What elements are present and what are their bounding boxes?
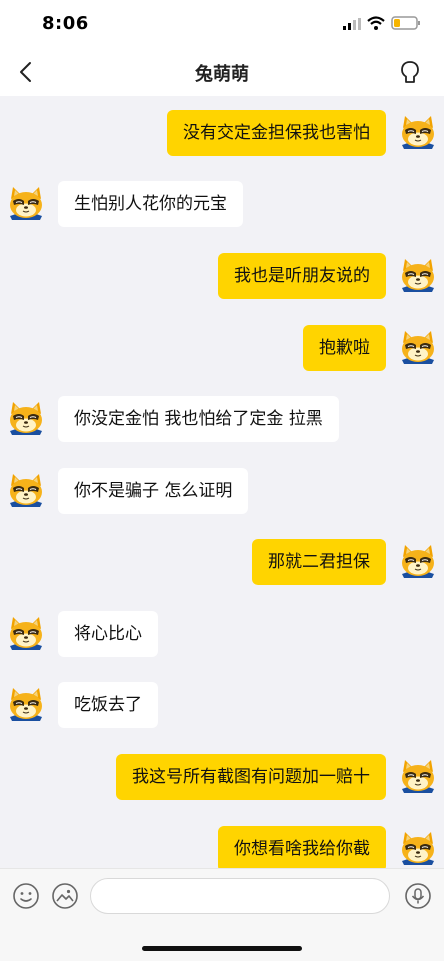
contact-avatar[interactable]: [6, 685, 46, 725]
status-bar: 8:06: [0, 0, 444, 48]
chat-header: 兔萌萌: [0, 48, 444, 96]
message-row: 抱歉啦: [0, 325, 444, 371]
contact-avatar[interactable]: [6, 184, 46, 224]
chat-title: 兔萌萌: [195, 64, 249, 85]
message-row: 吃饭去了: [0, 682, 444, 728]
my-avatar[interactable]: [398, 829, 438, 868]
message-row: 没有交定金担保我也害怕: [0, 110, 444, 156]
emoji-icon[interactable]: [12, 882, 40, 910]
my-avatar[interactable]: [398, 328, 438, 368]
outgoing-message-bubble[interactable]: 我也是听朋友说的: [218, 253, 386, 299]
profile-icon[interactable]: [396, 58, 424, 86]
message-row: 生怕别人花你的元宝: [0, 181, 444, 227]
message-row: 那就二君担保: [0, 539, 444, 585]
outgoing-message-bubble[interactable]: 你想看啥我给你截: [218, 826, 386, 868]
image-icon[interactable]: [51, 882, 79, 910]
outgoing-message-bubble[interactable]: 抱歉啦: [303, 325, 386, 371]
incoming-message-bubble[interactable]: 生怕别人花你的元宝: [58, 181, 243, 227]
status-time: 8:06: [42, 13, 89, 34]
message-row: 你不是骗子 怎么证明: [0, 468, 444, 514]
message-row: 我这号所有截图有问题加一赔十: [0, 754, 444, 800]
cellular-signal-icon: [343, 18, 361, 30]
wifi-icon: [367, 16, 385, 30]
contact-avatar[interactable]: [6, 471, 46, 511]
outgoing-message-bubble[interactable]: 那就二君担保: [252, 539, 386, 585]
my-avatar[interactable]: [398, 542, 438, 582]
microphone-icon[interactable]: [404, 882, 432, 910]
incoming-message-bubble[interactable]: 吃饭去了: [58, 682, 158, 728]
outgoing-message-bubble[interactable]: 我这号所有截图有问题加一赔十: [116, 754, 386, 800]
message-row: 你没定金怕 我也怕给了定金 拉黑: [0, 396, 444, 442]
battery-icon: [391, 16, 420, 30]
message-list[interactable]: 没有交定金担保我也害怕 生怕别人花你的元宝 我也是听朋友说的 抱歉啦 你没定金怕…: [0, 96, 444, 868]
message-row: 你想看啥我给你截: [0, 826, 444, 868]
message-row: 将心比心: [0, 611, 444, 657]
contact-avatar[interactable]: [6, 399, 46, 439]
incoming-message-bubble[interactable]: 你不是骗子 怎么证明: [58, 468, 249, 514]
incoming-message-bubble[interactable]: 将心比心: [58, 611, 158, 657]
message-input[interactable]: [90, 878, 390, 914]
outgoing-message-bubble[interactable]: 没有交定金担保我也害怕: [167, 110, 386, 156]
home-indicator: [142, 946, 302, 951]
my-avatar[interactable]: [398, 757, 438, 797]
message-row: 我也是听朋友说的: [0, 253, 444, 299]
my-avatar[interactable]: [398, 113, 438, 153]
my-avatar[interactable]: [398, 256, 438, 296]
contact-avatar[interactable]: [6, 614, 46, 654]
incoming-message-bubble[interactable]: 你没定金怕 我也怕给了定金 拉黑: [58, 396, 339, 442]
